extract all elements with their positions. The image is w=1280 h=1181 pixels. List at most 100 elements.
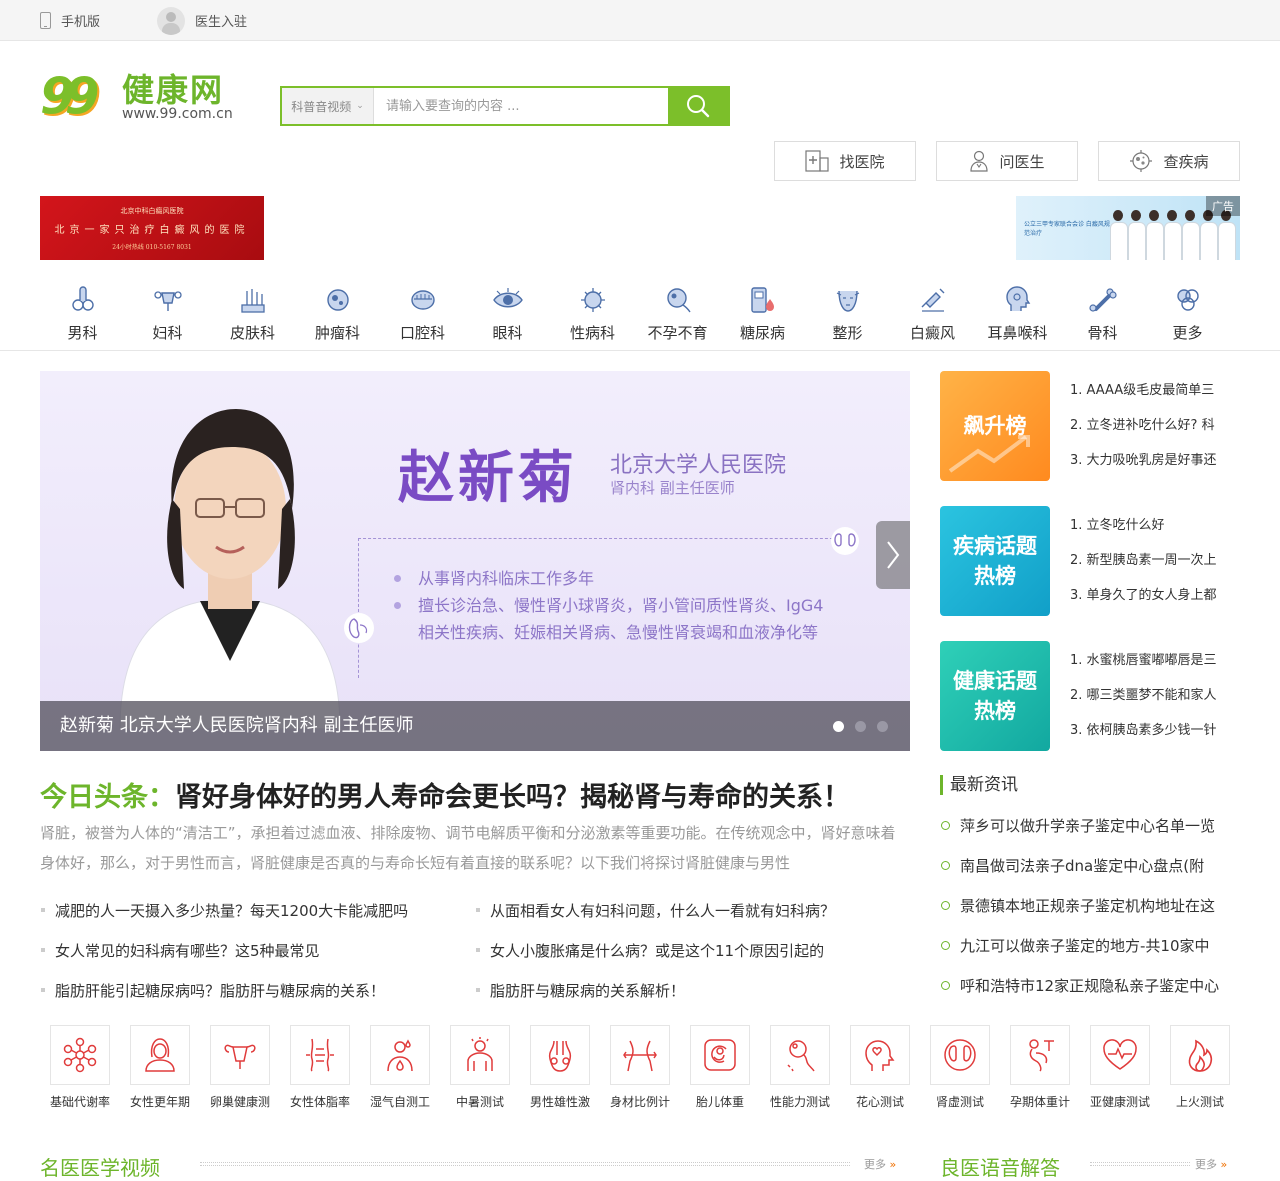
test-kidney[interactable]: 肾虚测试 — [920, 1025, 1000, 1110]
news-item[interactable]: 景德镇本地正规亲子鉴定机构地址在这 — [940, 886, 1240, 926]
test-fetal-weight[interactable]: 胎儿体重 — [680, 1025, 760, 1110]
ranking-item[interactable]: 2. 新型胰岛素一周一次上 — [1070, 543, 1240, 578]
ask-doctor-button[interactable]: 问医生 — [936, 141, 1078, 181]
ranking-item[interactable]: 1. 水蜜桃唇蜜嘟嘟唇是三 — [1070, 643, 1240, 678]
dept-dermatology[interactable]: 皮肤科 — [210, 283, 295, 349]
search-category-label: 科普音视频 — [291, 99, 352, 114]
news-item[interactable]: 呼和浩特市12家正规隐私亲子鉴定中心 — [940, 966, 1240, 1006]
carousel-dot[interactable] — [877, 721, 888, 732]
ranking-item[interactable]: 2. 立冬进补吃什么好? 科 — [1070, 408, 1240, 443]
test-body-ratio[interactable]: 身材比例计 — [600, 1025, 680, 1110]
test-ovary[interactable]: 卵巢健康测 — [200, 1025, 280, 1110]
dept-more[interactable]: 更多 — [1145, 283, 1230, 349]
article-link[interactable]: 脂肪肝能引起糖尿病吗？脂肪肝与糖尿病的关系！ — [40, 980, 475, 1001]
more-icon — [1176, 289, 1199, 311]
test-bmr[interactable]: 基础代谢率 — [40, 1025, 120, 1110]
test-sub-health[interactable]: 亚健康测试 — [1080, 1025, 1160, 1110]
mobile-link[interactable]: 手机版 — [40, 0, 100, 41]
article-link[interactable]: 女人小腹胀痛是什么病？或是这个11个原因引起的 — [475, 940, 910, 961]
carousel-dot[interactable] — [855, 721, 866, 732]
test-sexual-ability[interactable]: 性能力测试 — [760, 1025, 840, 1110]
test-label: 中暑测试 — [455, 1095, 504, 1109]
headline[interactable]: 今日头条：肾好身体好的男人寿命会更长吗？揭秘肾与寿命的关系！ — [40, 775, 850, 814]
doctor-join-link[interactable]: 医生入驻 — [157, 0, 247, 41]
article-link[interactable]: 减肥的人一天摄入多少热量？每天1200大卡能减肥吗 — [40, 900, 475, 921]
doctor-figure — [1182, 210, 1200, 260]
test-label: 身材比例计 — [609, 1095, 670, 1109]
dept-label: 口腔科 — [399, 324, 445, 342]
check-disease-button[interactable]: 查疾病 — [1098, 141, 1240, 181]
disease-topic-tile[interactable]: 疾病话题热榜 — [940, 506, 1050, 616]
ad-left-line2: 北京一家只治疗白癜风的医院 — [54, 224, 250, 236]
top-bar: 手机版 医生入驻 — [0, 0, 1280, 41]
section-divider — [1090, 1162, 1190, 1166]
dept-oncology[interactable]: 肿瘤科 — [295, 283, 380, 349]
ranking-item[interactable]: 3. 单身久了的女人身上都 — [1070, 578, 1240, 613]
ranking-item[interactable]: 3. 依柯胰岛素多少钱一针 — [1070, 713, 1240, 748]
dept-diabetes[interactable]: 糖尿病 — [720, 283, 805, 349]
carousel-dot-active[interactable] — [833, 721, 844, 732]
syringe-icon — [921, 288, 944, 312]
uterus-icon — [153, 291, 182, 311]
male-organ-icon — [71, 286, 94, 311]
rising-list: 1. AAAA级毛皮最简单三 2. 立冬进补吃什么好? 科 3. 大力吸吮乳房是… — [1070, 373, 1240, 478]
search-input[interactable] — [374, 88, 668, 124]
article-link[interactable]: 从面相看女人有妇科问题，什么人一看就有妇科病？ — [475, 900, 910, 921]
dept-ent[interactable]: 耳鼻喉科 — [975, 283, 1060, 349]
site-logo[interactable]: 99 健康网 www.99.com.cn — [40, 70, 240, 125]
virus-icon — [580, 288, 605, 312]
article-link[interactable]: 脂肪肝与糖尿病的关系解析！ — [475, 980, 910, 1001]
test-body-fat[interactable]: 女性体脂率 — [280, 1025, 360, 1110]
dept-plastic[interactable]: 整形 — [805, 283, 890, 349]
news-item[interactable]: 南昌做司法亲子dna鉴定中心盘点(附 — [940, 846, 1240, 886]
test-testosterone[interactable]: 男性雄性激 — [520, 1025, 600, 1110]
rising-tile[interactable]: 飙升榜 — [940, 371, 1050, 481]
test-label: 上火测试 — [1175, 1095, 1224, 1109]
doctor-portrait — [119, 409, 341, 729]
ranking-item[interactable]: 1. AAAA级毛皮最简单三 — [1070, 373, 1240, 408]
test-inner-heat[interactable]: 上火测试 — [1160, 1025, 1240, 1110]
carousel-next-button[interactable] — [876, 521, 910, 589]
test-humidity[interactable]: 湿气自测工 — [360, 1025, 440, 1110]
video-more-link[interactable]: 更多 » — [864, 1156, 896, 1172]
disease-topic-tile-label: 疾病话题热榜 — [953, 534, 1037, 588]
dept-gynecology[interactable]: 妇科 — [125, 283, 210, 349]
dept-std[interactable]: 性病科 — [550, 283, 635, 349]
article-link[interactable]: 女人常见的妇科病有哪些？这5种最常见 — [40, 940, 475, 961]
test-label: 卵巢健康测 — [209, 1095, 270, 1109]
dept-label: 更多 — [1172, 324, 1203, 342]
ask-doctor-label: 问医生 — [999, 152, 1045, 171]
search-button[interactable] — [668, 88, 728, 124]
ranking-item[interactable]: 2. 哪三类噩梦不能和家人 — [1070, 678, 1240, 713]
ad-right-text: 公立三甲专家联合会诊 白癜风规范治疗 — [1024, 221, 1110, 237]
dept-label: 肿瘤科 — [314, 324, 360, 342]
news-item[interactable]: 萍乡可以做升学亲子鉴定中心名单一览 — [940, 806, 1240, 846]
ranking-item[interactable]: 3. 大力吸吮乳房是好事还 — [1070, 443, 1240, 478]
banner-bullet: 相关性疾病、妊娠相关肾病、急慢性肾衰竭和血液净化等 — [418, 623, 819, 642]
dept-label: 不孕不育 — [647, 324, 708, 342]
test-pregnancy-weight[interactable]: 孕期体重计 — [1000, 1025, 1080, 1110]
dept-orthopedics[interactable]: 骨科 — [1060, 283, 1145, 349]
dept-dental[interactable]: 口腔科 — [380, 283, 465, 349]
test-fickle[interactable]: 花心测试 — [840, 1025, 920, 1110]
headline-summary: 肾脏，被誉为人体的“清洁工”，承担着过滤血液、排除废物、调节电解质平衡和分泌激素… — [40, 824, 896, 872]
hero-carousel[interactable]: 赵新菊 北京大学人民医院 肾内科 副主任医师 从事肾内科临床工作多年 擅长诊治急… — [40, 371, 910, 751]
dept-ophthalmology[interactable]: 眼科 — [465, 283, 550, 349]
health-topic-tile-label: 健康话题热榜 — [953, 669, 1037, 723]
dept-vitiligo[interactable]: 白癜风 — [890, 283, 975, 349]
dept-infertility[interactable]: 不孕不育 — [635, 283, 720, 349]
ranking-item[interactable]: 1. 立冬吃什么好 — [1070, 508, 1240, 543]
chevron-right-icon — [887, 541, 900, 569]
ad-banner-left[interactable]: 北京中科白癜风医院 北京一家只治疗白癜风的医院 24小时热线 010-5167 … — [40, 196, 264, 260]
banner-department: 肾内科 副主任医师 — [610, 479, 735, 497]
find-hospital-button[interactable]: 找医院 — [774, 141, 916, 181]
test-menopause[interactable]: 女性更年期 — [120, 1025, 200, 1110]
test-heatstroke[interactable]: 中暑测试 — [440, 1025, 520, 1110]
search-category-select[interactable]: 科普音视频 ⌄ — [282, 88, 374, 124]
news-item[interactable]: 九江可以做亲子鉴定的地方-共10家中 — [940, 926, 1240, 966]
test-label: 男性雄性激 — [529, 1095, 590, 1109]
ad-banner-right[interactable]: 公立三甲专家联合会诊 白癜风规范治疗 广告 — [1016, 196, 1240, 260]
health-topic-tile[interactable]: 健康话题热榜 — [940, 641, 1050, 751]
dept-male[interactable]: 男科 — [40, 283, 125, 349]
voice-more-link[interactable]: 更多 » — [1195, 1156, 1227, 1172]
